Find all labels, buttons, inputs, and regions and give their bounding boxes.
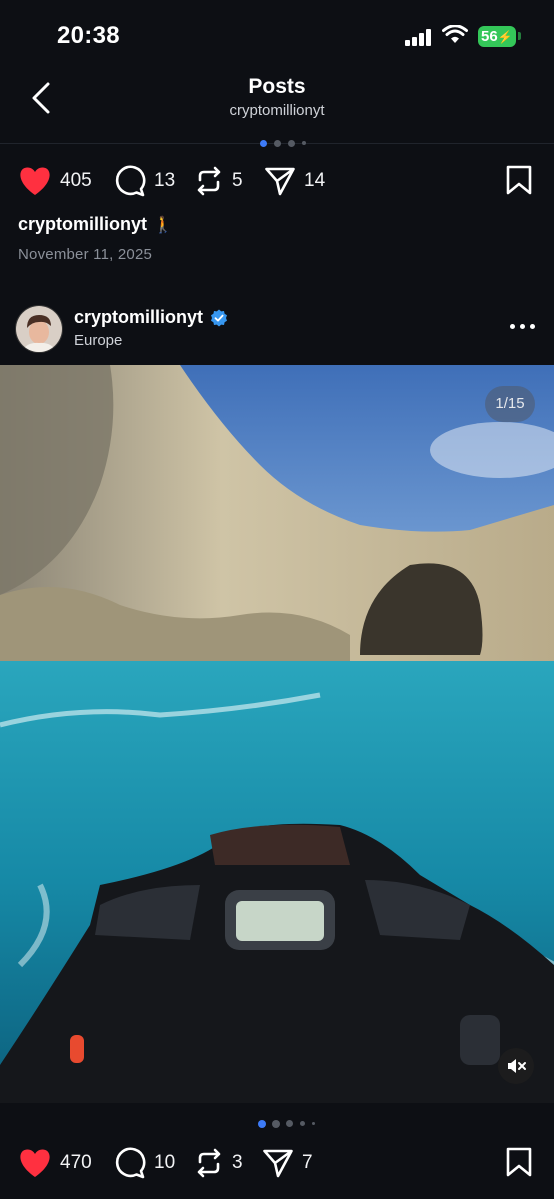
heart-icon [20,1149,50,1177]
post-location[interactable]: Europe [74,332,122,349]
prev-repost-count: 5 [232,170,243,191]
page-subtitle: cryptomillionyt [229,102,325,119]
prev-post-actions: 405 13 5 14 [0,161,554,201]
share-icon [263,1149,293,1178]
avatar[interactable] [15,305,63,353]
prev-like-count: 405 [60,170,92,191]
battery-indicator: 56⚡ [478,26,516,47]
page-title: Posts [248,75,306,98]
prev-repost-button[interactable]: 5 [194,161,243,201]
image-counter: 1/15 [485,386,535,422]
mute-icon[interactable] [498,1048,534,1084]
signal-icon [405,28,435,46]
like-count: 470 [60,1152,92,1173]
prev-comment-button[interactable]: 13 [114,161,175,201]
repost-icon [197,1148,221,1178]
bookmark-icon[interactable] [505,1147,533,1177]
repost-button[interactable]: 3 [194,1143,243,1183]
comment-button[interactable]: 10 [114,1143,175,1183]
bookmark-icon[interactable] [505,165,533,195]
prev-share-count: 14 [304,170,326,191]
share-button[interactable]: 7 [262,1143,313,1183]
caption-username[interactable]: cryptomillionyt 🚶 [18,214,173,235]
share-icon [265,167,295,196]
post-username[interactable]: cryptomillionyt [74,307,228,328]
post-photo[interactable] [0,365,554,1103]
repost-count: 3 [232,1152,243,1173]
status-time: 20:38 [57,22,120,49]
prev-comment-count: 13 [154,170,176,191]
prev-like-button[interactable]: 405 [18,161,92,201]
post-date: November 11, 2025 [18,246,153,263]
comment-icon [115,1147,146,1179]
status-bar: 20:38 56⚡ [0,0,554,70]
verified-icon [211,309,228,326]
comment-count: 10 [154,1152,176,1173]
battery-tip [518,32,521,40]
like-button[interactable]: 470 [18,1143,92,1183]
walking-emoji: 🚶 [153,217,173,234]
comment-icon [115,165,146,197]
heart-icon [20,167,50,195]
wifi-icon [442,25,468,43]
repost-icon [197,166,221,196]
prev-share-button[interactable]: 14 [264,161,325,201]
share-count: 7 [302,1152,313,1173]
post-actions: 470 10 3 7 [0,1143,554,1183]
more-icon[interactable] [510,318,536,334]
